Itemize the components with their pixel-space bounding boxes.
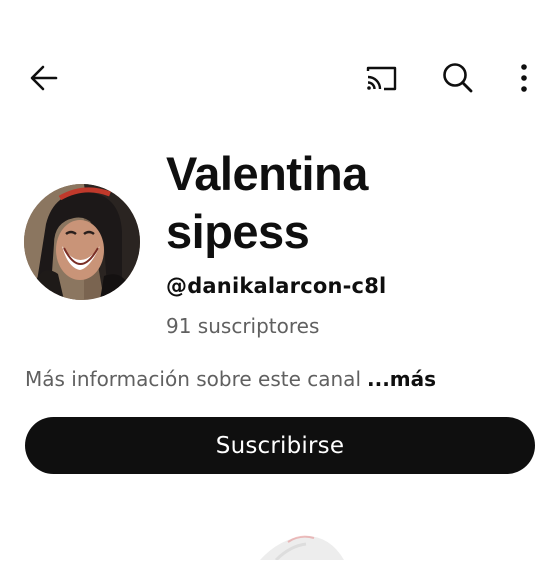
subscribe-button[interactable]: Suscribirse [25, 417, 535, 474]
cast-button[interactable] [357, 54, 405, 102]
search-button[interactable] [434, 54, 482, 102]
description-text: Más información sobre este canal [25, 367, 361, 391]
avatar-image [24, 184, 140, 300]
more-link[interactable]: ...más [367, 367, 436, 391]
content-preview-peek [240, 520, 360, 562]
channel-avatar[interactable] [24, 184, 140, 300]
arrow-left-icon [30, 65, 58, 91]
channel-handle: @danikalarcon-c8l [166, 274, 387, 298]
preview-graphic [260, 535, 344, 562]
channel-name: Valentina sipess [166, 145, 546, 261]
back-button[interactable] [20, 54, 68, 102]
top-app-bar [0, 54, 560, 104]
channel-name-line1: Valentina [166, 147, 368, 200]
subscriber-count: 91 suscriptores [166, 314, 320, 338]
channel-description[interactable]: Más información sobre este canal ...más [25, 367, 436, 391]
more-options-button[interactable] [500, 54, 548, 102]
more-vert-icon [521, 64, 527, 92]
search-icon [443, 63, 473, 93]
cast-icon [366, 66, 397, 91]
channel-name-line2: sipess [166, 205, 310, 258]
